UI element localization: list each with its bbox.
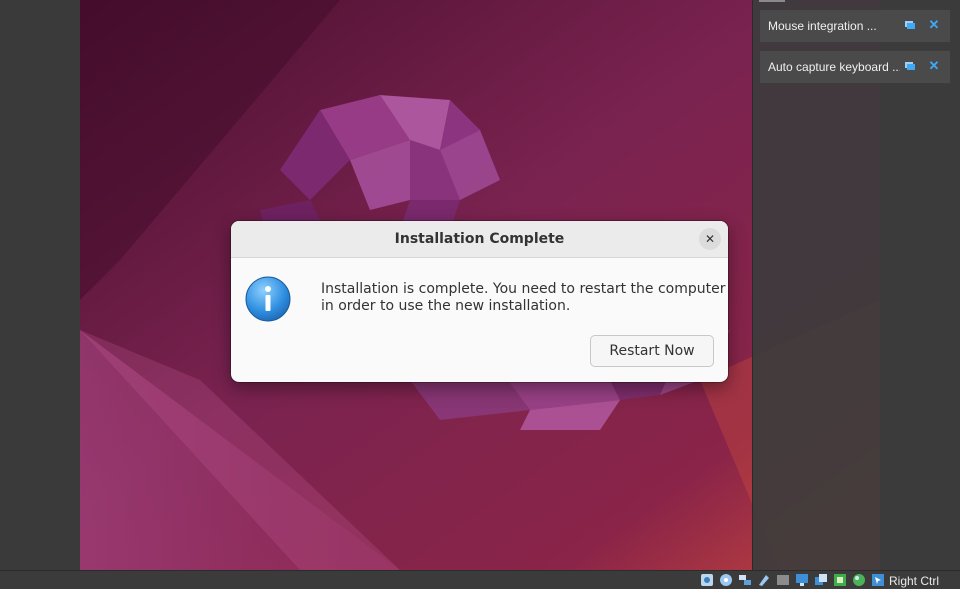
usb-icon[interactable]: [757, 573, 771, 587]
hard-disk-icon[interactable]: [700, 573, 714, 587]
dialog-header: Installation Complete ✕: [231, 221, 728, 258]
dialog-title: Installation Complete: [394, 231, 565, 247]
close-icon[interactable]: ✕: [699, 228, 721, 250]
network-icon[interactable]: [738, 573, 752, 587]
mouse-integration-icon[interactable]: [871, 573, 885, 587]
recording-icon[interactable]: [814, 573, 828, 587]
notification-panel: Mouse integration ... ✕ Auto capture key…: [752, 0, 960, 570]
host-key-label: Right Ctrl: [889, 574, 940, 588]
pin-icon[interactable]: [904, 60, 916, 72]
close-icon[interactable]: ✕: [928, 59, 940, 72]
vm-status-bar: Right Ctrl: [0, 570, 960, 589]
shared-folder-icon[interactable]: [776, 573, 790, 587]
network-status-icon[interactable]: [852, 573, 866, 587]
panel-tab: [759, 0, 785, 2]
pin-icon[interactable]: [904, 19, 916, 31]
notification-label: Mouse integration ...: [768, 19, 877, 33]
close-icon[interactable]: ✕: [928, 18, 940, 31]
message-line: Installation is complete. You need to re…: [321, 281, 726, 297]
installation-complete-dialog: Installation Complete ✕ Installation is …: [231, 221, 728, 382]
notification-mouse-integration[interactable]: Mouse integration ... ✕: [759, 9, 951, 43]
message-line: in order to use the new installation.: [321, 298, 571, 314]
dialog-message: Installation is complete. You need to re…: [321, 281, 726, 315]
notification-label: Auto capture keyboard ...: [768, 60, 900, 74]
info-icon: [245, 276, 291, 322]
display-icon[interactable]: [795, 573, 809, 587]
cpu-icon[interactable]: [833, 573, 847, 587]
notification-auto-capture-keyboard[interactable]: Auto capture keyboard ... ✕: [759, 50, 951, 84]
restart-now-button[interactable]: Restart Now: [590, 335, 714, 367]
optical-drive-icon[interactable]: [719, 573, 733, 587]
